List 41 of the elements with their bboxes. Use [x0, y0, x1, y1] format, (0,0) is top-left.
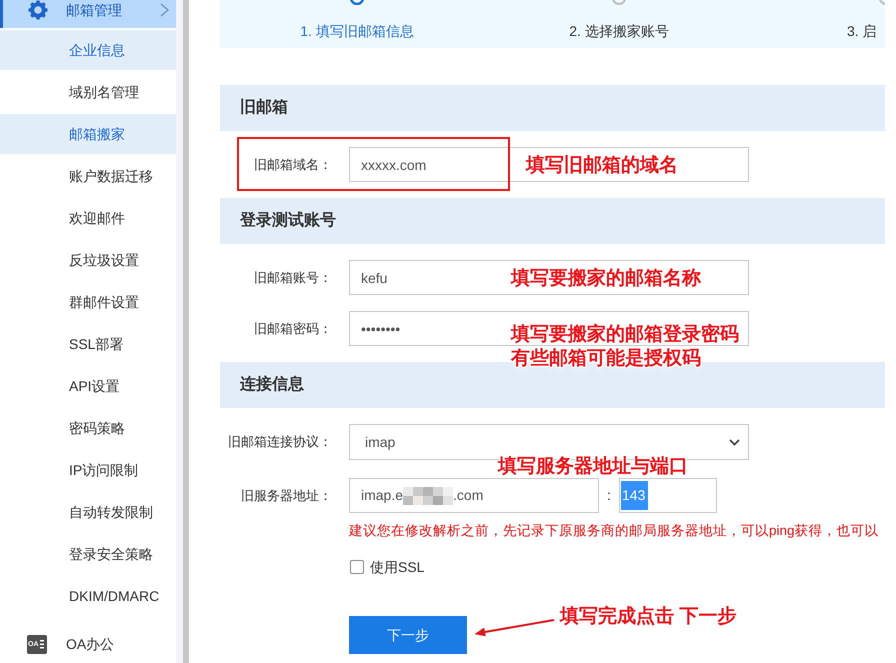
- next-button[interactable]: 下一步: [349, 616, 467, 654]
- menu-item[interactable]: 密码策略: [0, 408, 176, 448]
- chevron-down-icon: [729, 438, 740, 446]
- step-label: 2. 选择搬家账号: [569, 22, 669, 41]
- menu-item[interactable]: API设置: [0, 366, 176, 406]
- annotation-text: 填写完成点击 下一步: [560, 607, 736, 627]
- menu-item[interactable]: 自动转发限制: [0, 492, 176, 532]
- section-header: 旧邮箱: [220, 85, 885, 131]
- annotation-text: 填写服务器地址与端口: [498, 457, 688, 477]
- step-label: 3. 启: [846, 22, 878, 41]
- field-label: 旧服务器地址：: [240, 486, 333, 505]
- menu-item[interactable]: 欢迎邮件: [0, 198, 176, 238]
- menu-item[interactable]: 登录安全策略: [0, 534, 176, 574]
- checkbox-label[interactable]: 使用SSL: [370, 556, 424, 578]
- menu-item[interactable]: DKIM/DMARC: [0, 576, 176, 616]
- checkbox[interactable]: [350, 560, 364, 574]
- menu-item[interactable]: 邮箱搬家: [0, 114, 176, 154]
- chevron-right-icon: [160, 3, 169, 17]
- annotation-text: 填写旧邮箱的域名: [526, 156, 678, 176]
- menu-item[interactable]: 域别名管理: [0, 72, 176, 112]
- gear-icon: [28, 0, 48, 20]
- selected-text: 143: [621, 481, 648, 510]
- section-header: 登录测试账号: [220, 198, 885, 244]
- separator-text: :: [606, 486, 612, 505]
- field-label: 旧邮箱账号：: [253, 268, 333, 287]
- scrollbar[interactable]: [183, 0, 189, 663]
- field-label: 旧邮箱域名：: [253, 156, 333, 174]
- menu-item[interactable]: 反垃圾设置: [0, 240, 176, 280]
- menu-item[interactable]: 账户数据迁移: [0, 156, 176, 196]
- field-label: 旧邮箱密码：: [253, 320, 333, 338]
- step-label: 1. 填写旧邮箱信息: [300, 22, 414, 41]
- menu-item[interactable]: IP访问限制: [0, 450, 176, 490]
- menu-item[interactable]: 企业信息: [0, 30, 176, 70]
- menu-item[interactable]: 群邮件设置: [0, 282, 176, 322]
- annotation-text: 填写要搬家的邮箱登录密码: [511, 325, 739, 345]
- menu-item[interactable]: SSL部署: [0, 324, 176, 364]
- address-field[interactable]: imap.e .com: [349, 478, 599, 513]
- menu-group-item[interactable]: 邮箱管理: [0, 0, 176, 28]
- hint-text: 建议您在修改解析之前，先记录下原服务商的邮局服务器地址，可以ping获得，也可以: [349, 522, 880, 540]
- annotation-text: 填写要搬家的邮箱名称: [511, 269, 701, 289]
- field-label: 旧邮箱连接协议：: [227, 433, 333, 452]
